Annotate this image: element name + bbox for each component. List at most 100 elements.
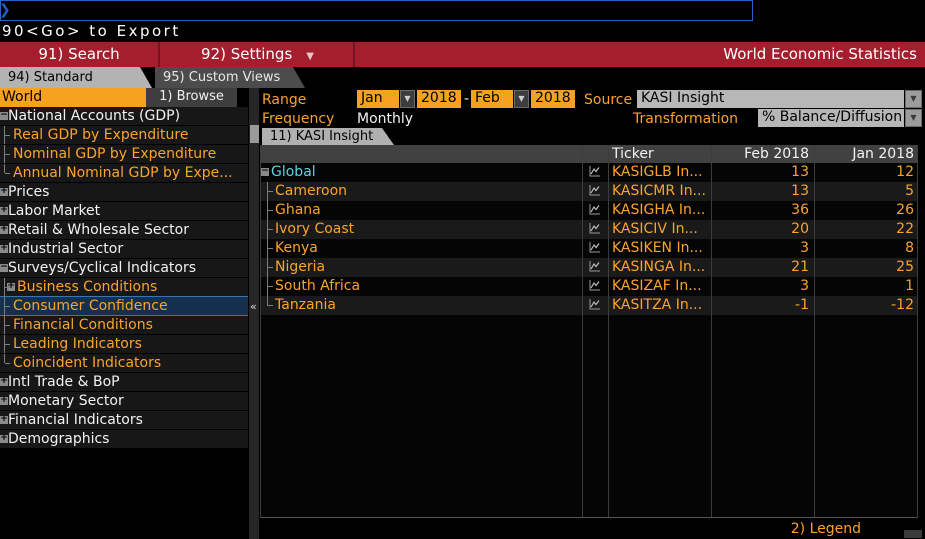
row-jan-value: 25 <box>814 258 919 277</box>
scroll-corner <box>904 530 922 538</box>
range-start-month-select[interactable]: Jan <box>357 90 399 108</box>
chart-icon[interactable] <box>582 201 608 220</box>
sidebar-item-annual-nominal-gdp[interactable]: Annual Nominal GDP by Expe... <box>0 164 248 183</box>
chart-icon[interactable] <box>582 277 608 296</box>
sidebar-item-coincident-indicators[interactable]: Coincident Indicators <box>0 354 248 373</box>
jan-column-header[interactable]: Jan 2018 <box>814 145 919 164</box>
menu-bar: 91) Search 92) Settings▼ World Economic … <box>0 42 925 67</box>
collapse-icon[interactable]: − <box>0 264 8 272</box>
scrollbar-thumb[interactable] <box>250 125 259 143</box>
expand-icon[interactable]: + <box>0 378 8 386</box>
tab-standard-views[interactable]: 94) Standard Views <box>0 67 152 88</box>
chevron-down-icon[interactable]: ▼ <box>514 90 529 108</box>
chart-icon[interactable] <box>582 239 608 258</box>
sidebar-item-monetary-sector[interactable]: + Monetary Sector <box>0 392 248 411</box>
chart-icon[interactable] <box>582 182 608 201</box>
table-row[interactable]: Ghana KASIGHA In... 36 26 <box>261 201 917 220</box>
sidebar-item-business-conditions[interactable]: + Business Conditions <box>0 278 248 297</box>
sidebar-item-intl-trade-bop[interactable]: + Intl Trade & BoP <box>0 373 248 392</box>
row-feb-value: 21 <box>711 258 814 277</box>
expand-icon[interactable]: + <box>0 245 8 253</box>
table-row[interactable]: Ivory Coast KASICIV In... 20 22 <box>261 220 917 239</box>
row-name: South Africa <box>261 277 360 295</box>
sidebar-item-industrial-sector[interactable]: + Industrial Sector <box>0 240 248 259</box>
row-name: Nigeria <box>261 258 325 276</box>
chart-icon[interactable] <box>582 163 608 182</box>
transformation-label: Transformation <box>633 110 738 128</box>
table-row[interactable]: Kenya KASIKEN In... 3 8 <box>261 239 917 258</box>
source-combobox[interactable]: KASI Insight <box>637 90 904 108</box>
tab-kasi-insight[interactable]: 11) KASI Insight <box>262 128 394 145</box>
sidebar-item-prices[interactable]: + Prices <box>0 183 248 202</box>
expand-icon[interactable]: + <box>0 416 8 424</box>
table-row[interactable]: − Global KASIGLB In... 13 12 <box>261 163 917 182</box>
row-name: Ivory Coast <box>261 220 354 238</box>
table-header-row: Ticker Feb 2018 Jan 2018 <box>261 145 917 163</box>
column-divider <box>582 145 583 517</box>
sidebar-item-labor-market[interactable]: + Labor Market <box>0 202 248 221</box>
expand-icon[interactable]: + <box>7 283 15 291</box>
row-jan-value: 1 <box>814 277 919 296</box>
expand-icon[interactable]: + <box>0 188 8 196</box>
table-row[interactable]: South Africa KASIZAF In... 3 1 <box>261 277 917 296</box>
expand-icon[interactable]: + <box>0 207 8 215</box>
table-row[interactable]: Cameroon KASICMR In... 13 5 <box>261 182 917 201</box>
region-selector[interactable]: World <box>0 88 146 107</box>
expand-icon[interactable]: + <box>0 226 8 234</box>
sidebar-item-leading-indicators[interactable]: Leading Indicators <box>0 335 248 354</box>
sidebar-scrollbar[interactable]: « <box>248 88 260 539</box>
range-end-month-select[interactable]: Feb <box>471 90 513 108</box>
export-hint-text: 90<Go> to Export <box>2 22 181 41</box>
row-jan-value: -12 <box>814 296 919 315</box>
command-bar[interactable]: ❯ <box>0 0 753 21</box>
column-divider <box>814 145 815 517</box>
table-row[interactable]: Nigeria KASINGA In... 21 25 <box>261 258 917 277</box>
sidebar-item-financial-indicators[interactable]: + Financial Indicators <box>0 411 248 430</box>
expand-icon[interactable]: + <box>0 397 8 405</box>
feb-column-header[interactable]: Feb 2018 <box>711 145 814 164</box>
collapse-icon[interactable]: − <box>261 168 269 176</box>
command-input[interactable] <box>11 1 741 18</box>
chevron-down-icon[interactable]: ▼ <box>905 90 922 108</box>
collapse-panel-icon[interactable]: « <box>250 300 257 313</box>
legend-button[interactable]: 2) Legend <box>791 521 861 537</box>
row-ticker: KASICIV In... <box>608 220 711 239</box>
chevron-down-icon[interactable]: ▼ <box>905 109 922 127</box>
row-feb-value: 3 <box>711 239 814 258</box>
row-ticker: KASIKEN In... <box>608 239 711 258</box>
sidebar-item-demographics[interactable]: + Demographics <box>0 430 248 449</box>
table-row[interactable]: Tanzania KASITZA In... -1 -12 <box>261 296 917 315</box>
settings-label: 92) Settings <box>201 45 292 63</box>
sidebar-item-real-gdp[interactable]: Real GDP by Expenditure <box>0 126 248 145</box>
sidebar-item-retail-wholesale[interactable]: + Retail & Wholesale Sector <box>0 221 248 240</box>
chart-icon[interactable] <box>582 296 608 315</box>
chart-icon[interactable] <box>582 258 608 277</box>
row-name: Tanzania <box>261 296 336 314</box>
collapse-icon[interactable]: − <box>0 112 8 120</box>
row-ticker: KASICMR In... <box>608 182 711 201</box>
frequency-value: Monthly <box>357 110 413 128</box>
settings-button[interactable]: 92) Settings▼ <box>162 42 355 67</box>
sidebar-item-consumer-confidence[interactable]: Consumer Confidence <box>0 296 248 316</box>
transformation-combobox[interactable]: % Balance/Diffusion <box>758 109 904 127</box>
row-feb-value: 36 <box>711 201 814 220</box>
search-button[interactable]: 91) Search <box>0 42 160 67</box>
range-start-year-select[interactable]: 2018 <box>417 90 461 108</box>
sidebar-item-nominal-gdp[interactable]: Nominal GDP by Expenditure <box>0 145 248 164</box>
row-jan-value: 12 <box>814 163 919 182</box>
chart-icon[interactable] <box>582 220 608 239</box>
expand-icon[interactable]: + <box>0 435 8 443</box>
chevron-down-icon[interactable]: ▼ <box>400 90 415 108</box>
ticker-column-header[interactable]: Ticker <box>608 145 711 164</box>
sidebar-item-surveys-cyclical[interactable]: − Surveys/Cyclical Indicators <box>0 259 248 278</box>
range-end-year-select[interactable]: 2018 <box>531 90 575 108</box>
row-feb-value: -1 <box>711 296 814 315</box>
row-jan-value: 22 <box>814 220 919 239</box>
row-feb-value: 20 <box>711 220 814 239</box>
bloomberg-terminal-window: ❯ 90<Go> to Export 91) Search 92) Settin… <box>0 0 925 539</box>
range-separator: - <box>464 90 469 108</box>
browse-button[interactable]: 1) Browse <box>146 88 237 107</box>
sidebar-item-financial-conditions[interactable]: Financial Conditions <box>0 316 248 335</box>
sidebar-item-national-accounts[interactable]: − National Accounts (GDP) <box>0 107 248 126</box>
tab-custom-views[interactable]: 95) Custom Views <box>155 67 305 88</box>
